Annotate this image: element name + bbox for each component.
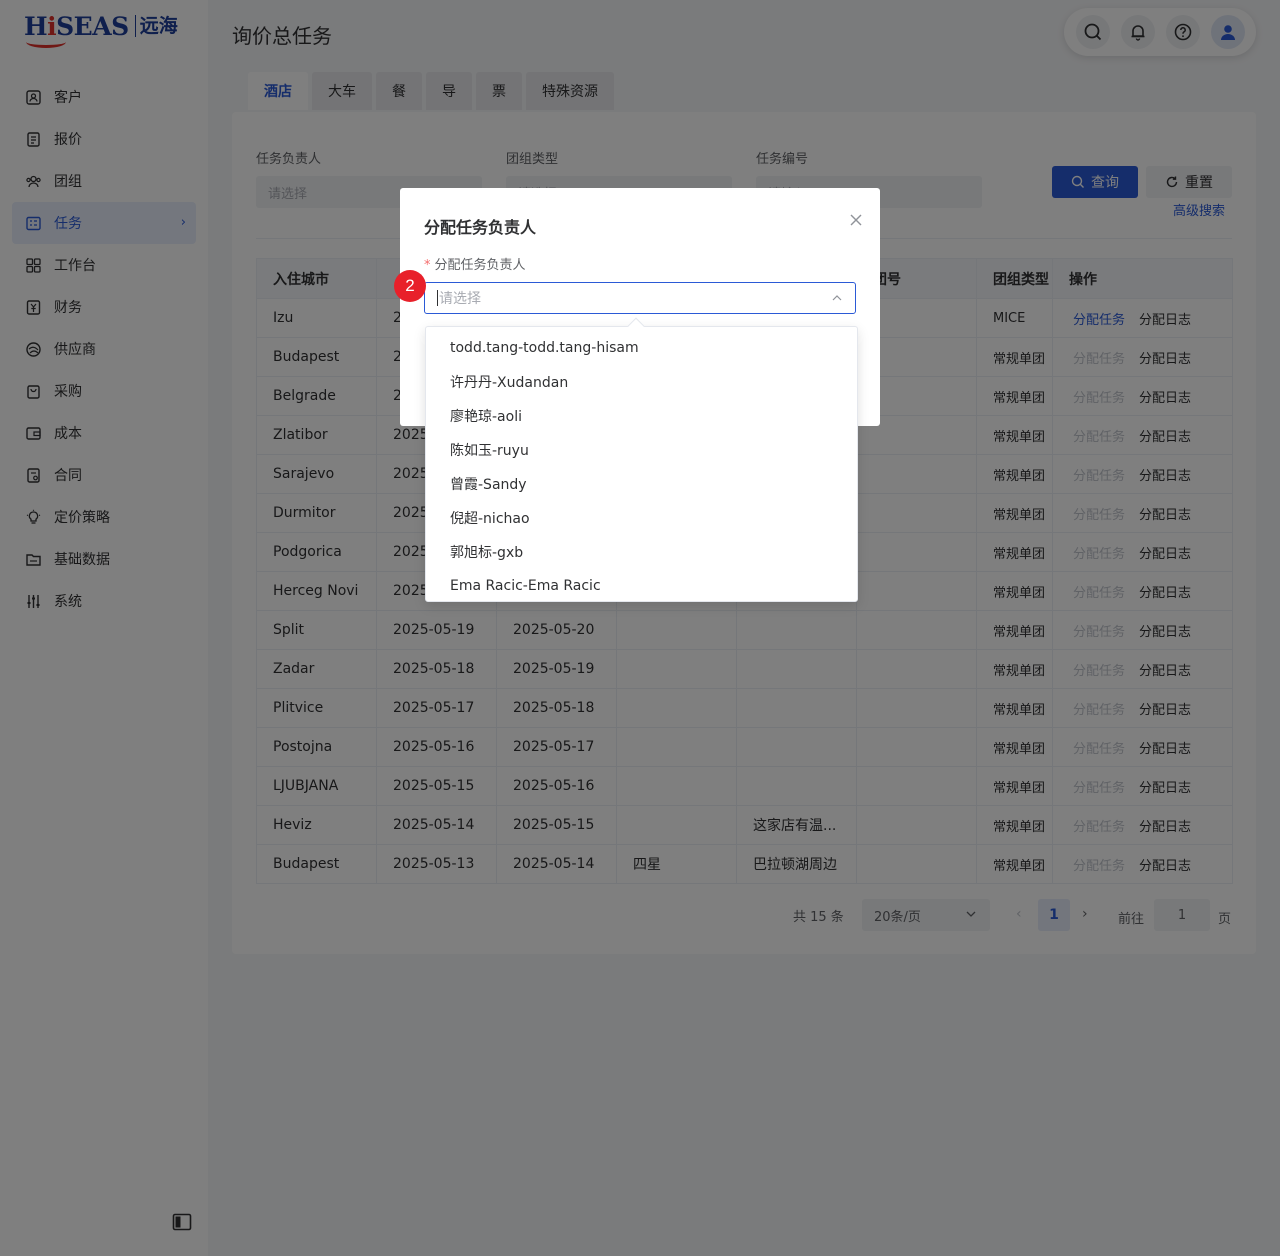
dialog-title: 分配任务负责人 [424,218,537,237]
required-mark: * [424,258,431,273]
step-badge: 2 [394,270,426,302]
owner-option[interactable]: 倪超-nichao [426,501,857,535]
owner-option[interactable]: todd.tang-todd.tang-hisam [426,331,857,365]
owner-option-list: todd.tang-todd.tang-hisam 许丹丹-Xudandan 廖艳琼… [426,327,857,601]
assign-owner-select[interactable]: 请选择 [424,282,856,314]
owner-dropdown: todd.tang-todd.tang-hisam 许丹丹-Xudandan 廖艳琼… [425,326,858,602]
owner-option[interactable]: Ema Racic-Ema Racic [426,569,857,601]
owner-option[interactable]: 许丹丹-Xudandan [426,365,857,399]
assign-owner-label: * 分配任务负责人 [424,254,526,273]
owner-option[interactable]: 郭旭标-gxb [426,535,857,569]
chevron-up-icon [832,295,842,301]
close-icon[interactable] [848,212,864,228]
assign-owner-label-text: 分配任务负责人 [434,258,526,273]
owner-option[interactable]: 廖艳琼-aoli [426,399,857,433]
text-cursor [437,290,438,306]
owner-option[interactable]: 陈如玉-ruyu [426,433,857,467]
assign-owner-placeholder: 请选择 [439,291,481,307]
owner-option[interactable]: 曾霞-Sandy [426,467,857,501]
